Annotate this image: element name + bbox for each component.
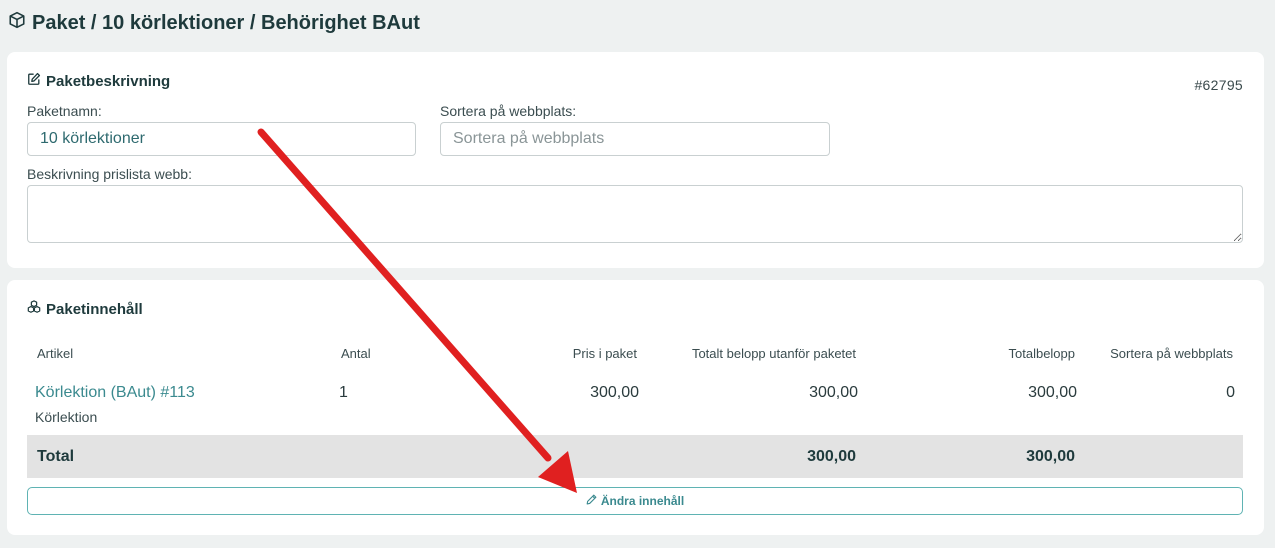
sort-cell: 0 — [1226, 384, 1235, 401]
total-amount-cell: 300,00 — [1028, 384, 1077, 401]
package-id: #62795 — [1194, 77, 1243, 93]
column-header-total-outside-package: Totalt belopp utanför paketet — [691, 346, 856, 361]
package-content-title: Paketinnehåll — [46, 300, 143, 318]
boxes-icon — [27, 300, 41, 318]
column-header-sort: Sortera på webbplats — [1110, 346, 1233, 361]
package-description-card: Paketbeskrivning #62795 Paketnamn: Sorte… — [7, 52, 1264, 268]
price-in-package-cell: 300,00 — [590, 384, 639, 401]
price-list-description-textarea[interactable] — [27, 185, 1243, 243]
page-title-text: Paket / 10 körlektioner / Behörighet BAu… — [32, 11, 420, 34]
total-outside-package-cell: 300,00 — [809, 384, 858, 401]
article-link[interactable]: Körlektion (BAut) #113 — [35, 384, 195, 402]
package-name-label: Paketnamn: — [27, 103, 102, 119]
edit-icon — [27, 72, 41, 90]
total-outside-package-sum: 300,00 — [807, 448, 856, 465]
sort-input[interactable] — [440, 122, 830, 156]
column-header-total-amount: Totalbelopp — [1008, 346, 1076, 361]
pencil-icon — [586, 494, 597, 508]
column-header-price-in-package: Pris i paket — [572, 346, 637, 361]
package-content-heading: Paketinnehåll — [27, 300, 143, 318]
package-description-title: Paketbeskrivning — [46, 72, 171, 90]
total-amount-sum: 300,00 — [1026, 448, 1075, 465]
sort-label: Sortera på webbplats: — [440, 103, 577, 119]
price-list-description-label: Beskrivning prislista webb: — [27, 166, 192, 182]
package-description-heading: Paketbeskrivning — [27, 72, 170, 90]
cube-icon — [8, 11, 26, 35]
package-content-card: Paketinnehåll Artikel Antal Pris i paket… — [7, 280, 1264, 535]
column-header-article: Artikel — [37, 346, 74, 361]
total-label: Total — [37, 448, 75, 465]
edit-content-label: Ändra innehåll — [600, 494, 685, 508]
article-type: Körlektion — [35, 409, 98, 425]
edit-content-button[interactable]: Ändra innehåll — [27, 487, 1243, 515]
total-row: Total 300,00 300,00 — [27, 435, 1243, 478]
column-header-quantity: Antal — [341, 346, 371, 361]
package-name-input[interactable] — [27, 122, 416, 156]
page-title: Paket / 10 körlektioner / Behörighet BAu… — [8, 11, 420, 35]
quantity-cell: 1 — [339, 384, 348, 401]
